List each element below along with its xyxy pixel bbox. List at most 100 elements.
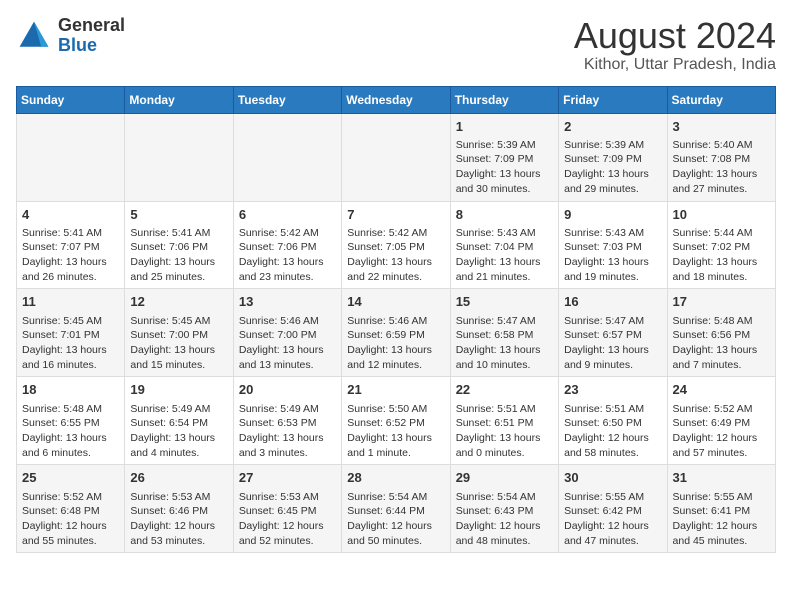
day-number: 1 <box>456 118 553 136</box>
calendar-cell: 26 Sunrise: 5:53 AM Sunset: 6:46 PM Dayli… <box>125 465 233 553</box>
day-number: 23 <box>564 381 661 399</box>
day-number: 18 <box>22 381 119 399</box>
calendar-cell: 9 Sunrise: 5:43 AM Sunset: 7:03 PM Daylig… <box>559 201 667 289</box>
day-number: 30 <box>564 469 661 487</box>
col-tuesday: Tuesday <box>233 86 341 113</box>
calendar-cell: 8 Sunrise: 5:43 AM Sunset: 7:04 PM Daylig… <box>450 201 558 289</box>
day-info: Sunrise: 5:52 AM Sunset: 6:48 PM Dayligh… <box>22 490 119 549</box>
day-info: Sunrise: 5:41 AM Sunset: 7:06 PM Dayligh… <box>130 226 227 285</box>
calendar-header: Sunday Monday Tuesday Wednesday Thursday… <box>17 86 776 113</box>
day-info: Sunrise: 5:44 AM Sunset: 7:02 PM Dayligh… <box>673 226 770 285</box>
header-row: Sunday Monday Tuesday Wednesday Thursday… <box>17 86 776 113</box>
day-number: 9 <box>564 206 661 224</box>
day-info: Sunrise: 5:43 AM Sunset: 7:04 PM Dayligh… <box>456 226 553 285</box>
day-number: 13 <box>239 293 336 311</box>
calendar-cell: 29 Sunrise: 5:54 AM Sunset: 6:43 PM Dayli… <box>450 465 558 553</box>
day-number: 7 <box>347 206 444 224</box>
day-number: 11 <box>22 293 119 311</box>
logo-text: General Blue <box>58 16 125 56</box>
calendar-cell: 22 Sunrise: 5:51 AM Sunset: 6:51 PM Dayli… <box>450 377 558 465</box>
calendar-cell: 10Sunrise: 5:44 AM Sunset: 7:02 PM Dayli… <box>667 201 775 289</box>
col-thursday: Thursday <box>450 86 558 113</box>
day-info: Sunrise: 5:55 AM Sunset: 6:41 PM Dayligh… <box>673 490 770 549</box>
calendar-cell: 18 Sunrise: 5:48 AM Sunset: 6:55 PM Dayli… <box>17 377 125 465</box>
calendar-cell <box>342 113 450 201</box>
calendar-cell: 15 Sunrise: 5:47 AM Sunset: 6:58 PM Dayli… <box>450 289 558 377</box>
calendar-week-5: 25 Sunrise: 5:52 AM Sunset: 6:48 PM Dayli… <box>17 465 776 553</box>
day-number: 3 <box>673 118 770 136</box>
calendar-cell: 24Sunrise: 5:52 AM Sunset: 6:49 PM Dayli… <box>667 377 775 465</box>
col-saturday: Saturday <box>667 86 775 113</box>
calendar-cell: 1Sunrise: 5:39 AM Sunset: 7:09 PM Daylig… <box>450 113 558 201</box>
day-info: Sunrise: 5:41 AM Sunset: 7:07 PM Dayligh… <box>22 226 119 285</box>
day-info: Sunrise: 5:55 AM Sunset: 6:42 PM Dayligh… <box>564 490 661 549</box>
day-number: 17 <box>673 293 770 311</box>
calendar-week-2: 4 Sunrise: 5:41 AM Sunset: 7:07 PM Daylig… <box>17 201 776 289</box>
day-info: Sunrise: 5:47 AM Sunset: 6:58 PM Dayligh… <box>456 314 553 373</box>
day-info: Sunrise: 5:42 AM Sunset: 7:05 PM Dayligh… <box>347 226 444 285</box>
day-info: Sunrise: 5:53 AM Sunset: 6:45 PM Dayligh… <box>239 490 336 549</box>
calendar-cell: 23 Sunrise: 5:51 AM Sunset: 6:50 PM Dayli… <box>559 377 667 465</box>
calendar-cell: 4 Sunrise: 5:41 AM Sunset: 7:07 PM Daylig… <box>17 201 125 289</box>
day-info: Sunrise: 5:47 AM Sunset: 6:57 PM Dayligh… <box>564 314 661 373</box>
day-number: 6 <box>239 206 336 224</box>
day-info: Sunrise: 5:48 AM Sunset: 6:56 PM Dayligh… <box>673 314 770 373</box>
day-info: Sunrise: 5:49 AM Sunset: 6:54 PM Dayligh… <box>130 402 227 461</box>
calendar-cell: 20 Sunrise: 5:49 AM Sunset: 6:53 PM Dayli… <box>233 377 341 465</box>
calendar-cell <box>17 113 125 201</box>
day-info: Sunrise: 5:51 AM Sunset: 6:50 PM Dayligh… <box>564 402 661 461</box>
calendar-cell: 28Sunrise: 5:54 AM Sunset: 6:44 PM Dayli… <box>342 465 450 553</box>
main-title: August 2024 <box>574 16 776 56</box>
calendar-cell: 27 Sunrise: 5:53 AM Sunset: 6:45 PM Dayli… <box>233 465 341 553</box>
day-info: Sunrise: 5:39 AM Sunset: 7:09 PM Dayligh… <box>564 138 661 197</box>
logo-general: General <box>58 16 125 36</box>
day-number: 4 <box>22 206 119 224</box>
logo-icon <box>16 18 52 54</box>
day-info: Sunrise: 5:45 AM Sunset: 7:01 PM Dayligh… <box>22 314 119 373</box>
col-monday: Monday <box>125 86 233 113</box>
day-number: 27 <box>239 469 336 487</box>
day-number: 26 <box>130 469 227 487</box>
page-header: General Blue August 2024 Kithor, Uttar P… <box>16 16 776 74</box>
day-number: 24 <box>673 381 770 399</box>
day-info: Sunrise: 5:42 AM Sunset: 7:06 PM Dayligh… <box>239 226 336 285</box>
calendar-cell: 31 Sunrise: 5:55 AM Sunset: 6:41 PM Dayli… <box>667 465 775 553</box>
day-info: Sunrise: 5:51 AM Sunset: 6:51 PM Dayligh… <box>456 402 553 461</box>
day-number: 20 <box>239 381 336 399</box>
col-friday: Friday <box>559 86 667 113</box>
day-number: 12 <box>130 293 227 311</box>
day-info: Sunrise: 5:54 AM Sunset: 6:43 PM Dayligh… <box>456 490 553 549</box>
logo: General Blue <box>16 16 125 56</box>
day-info: Sunrise: 5:48 AM Sunset: 6:55 PM Dayligh… <box>22 402 119 461</box>
title-block: August 2024 Kithor, Uttar Pradesh, India <box>574 16 776 74</box>
calendar-cell: 6 Sunrise: 5:42 AM Sunset: 7:06 PM Daylig… <box>233 201 341 289</box>
col-wednesday: Wednesday <box>342 86 450 113</box>
day-info: Sunrise: 5:54 AM Sunset: 6:44 PM Dayligh… <box>347 490 444 549</box>
day-number: 22 <box>456 381 553 399</box>
calendar-cell: 3Sunrise: 5:40 AM Sunset: 7:08 PM Daylig… <box>667 113 775 201</box>
calendar-week-4: 18 Sunrise: 5:48 AM Sunset: 6:55 PM Dayli… <box>17 377 776 465</box>
day-info: Sunrise: 5:49 AM Sunset: 6:53 PM Dayligh… <box>239 402 336 461</box>
calendar-cell: 16 Sunrise: 5:47 AM Sunset: 6:57 PM Dayli… <box>559 289 667 377</box>
day-number: 29 <box>456 469 553 487</box>
day-info: Sunrise: 5:43 AM Sunset: 7:03 PM Dayligh… <box>564 226 661 285</box>
day-info: Sunrise: 5:46 AM Sunset: 6:59 PM Dayligh… <box>347 314 444 373</box>
day-number: 8 <box>456 206 553 224</box>
calendar-cell: 13Sunrise: 5:46 AM Sunset: 7:00 PM Dayli… <box>233 289 341 377</box>
calendar-cell: 7 Sunrise: 5:42 AM Sunset: 7:05 PM Daylig… <box>342 201 450 289</box>
col-sunday: Sunday <box>17 86 125 113</box>
calendar-cell: 12Sunrise: 5:45 AM Sunset: 7:00 PM Dayli… <box>125 289 233 377</box>
calendar-cell: 19Sunrise: 5:49 AM Sunset: 6:54 PM Dayli… <box>125 377 233 465</box>
day-info: Sunrise: 5:50 AM Sunset: 6:52 PM Dayligh… <box>347 402 444 461</box>
calendar-cell: 2Sunrise: 5:39 AM Sunset: 7:09 PM Daylig… <box>559 113 667 201</box>
day-number: 16 <box>564 293 661 311</box>
subtitle: Kithor, Uttar Pradesh, India <box>574 56 776 74</box>
calendar-week-3: 11 Sunrise: 5:45 AM Sunset: 7:01 PM Dayli… <box>17 289 776 377</box>
calendar-cell: 11 Sunrise: 5:45 AM Sunset: 7:01 PM Dayli… <box>17 289 125 377</box>
day-number: 31 <box>673 469 770 487</box>
calendar-cell <box>125 113 233 201</box>
day-info: Sunrise: 5:53 AM Sunset: 6:46 PM Dayligh… <box>130 490 227 549</box>
day-number: 5 <box>130 206 227 224</box>
day-number: 25 <box>22 469 119 487</box>
day-number: 15 <box>456 293 553 311</box>
